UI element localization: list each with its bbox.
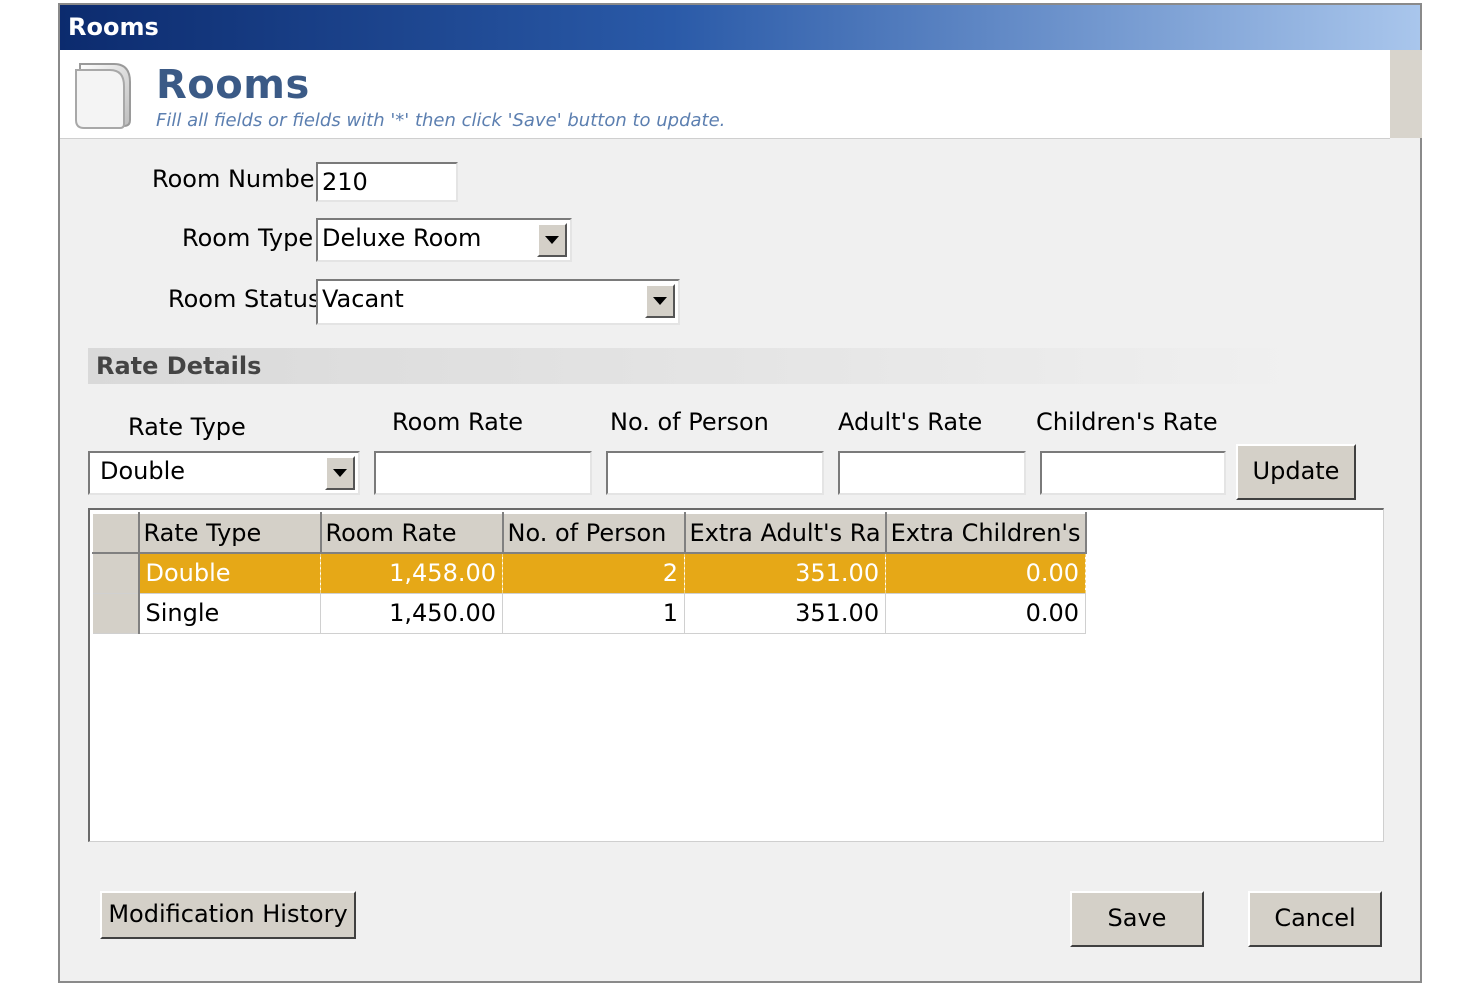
- column-header-rate-type[interactable]: Rate Type: [138, 512, 322, 554]
- adults-rate-input[interactable]: [838, 451, 1026, 495]
- rate-grid[interactable]: Rate Type Room Rate No. of Person Extra …: [88, 508, 1384, 842]
- cell-extra-children[interactable]: 0.00: [885, 593, 1087, 634]
- cell-rate-type[interactable]: Double: [138, 553, 321, 594]
- room-status-select[interactable]: Vacant: [316, 279, 680, 325]
- table-header-row: Rate Type Room Rate No. of Person Extra …: [92, 512, 1087, 554]
- cell-extra-adult[interactable]: 351.00: [684, 553, 887, 594]
- table-row[interactable]: Double 1,458.00 2 351.00 0.00: [92, 553, 1087, 594]
- room-type-value: Deluxe Room: [322, 224, 482, 252]
- room-status-label: Room Status: [168, 285, 321, 313]
- room-rate-label: Room Rate: [392, 408, 524, 436]
- rate-details-title: Rate Details: [96, 352, 262, 380]
- column-header-room-rate[interactable]: Room Rate: [320, 512, 504, 554]
- adults-rate-label: Adult's Rate: [838, 408, 983, 436]
- column-header-extra-children[interactable]: Extra Children's: [885, 512, 1087, 554]
- window-titlebar[interactable]: Rooms: [60, 5, 1420, 50]
- cancel-button[interactable]: Cancel: [1248, 891, 1382, 947]
- document-icon: [75, 63, 131, 129]
- cell-room-rate[interactable]: 1,450.00: [320, 593, 503, 634]
- chevron-down-icon[interactable]: [537, 223, 567, 257]
- cell-no-of-person[interactable]: 1: [502, 593, 685, 634]
- no-of-person-input[interactable]: [606, 451, 824, 495]
- room-status-value: Vacant: [322, 285, 404, 313]
- row-selector[interactable]: [92, 593, 140, 634]
- modification-history-button[interactable]: Modification History: [100, 891, 356, 939]
- room-type-label: Room Type: [182, 224, 314, 252]
- column-header-extra-adult[interactable]: Extra Adult's Ra: [683, 512, 887, 554]
- table-row[interactable]: Single 1,450.00 1 351.00 0.00: [92, 593, 1087, 634]
- column-header-no-of-person[interactable]: No. of Person: [502, 512, 686, 554]
- chevron-down-icon[interactable]: [325, 456, 355, 490]
- rate-type-select[interactable]: Double: [88, 451, 360, 495]
- page-subtitle: Fill all fields or fields with '*' then …: [156, 110, 726, 131]
- save-button[interactable]: Save: [1070, 891, 1204, 947]
- rooms-window: Rooms Rooms Fill all fields or fields wi…: [58, 3, 1422, 983]
- chevron-down-icon[interactable]: [645, 284, 675, 318]
- room-type-select[interactable]: Deluxe Room: [316, 218, 572, 262]
- childrens-rate-input[interactable]: [1040, 451, 1226, 495]
- room-number-label: Room Number: [152, 165, 325, 193]
- cell-no-of-person[interactable]: 2: [502, 553, 685, 594]
- page-header: Rooms Fill all fields or fields with '*'…: [60, 50, 1390, 139]
- cell-rate-type[interactable]: Single: [138, 593, 321, 634]
- room-number-input[interactable]: 210: [316, 162, 458, 202]
- header-scrollbar[interactable]: [1390, 50, 1422, 138]
- room-rate-input[interactable]: [374, 451, 592, 495]
- rate-table: Rate Type Room Rate No. of Person Extra …: [92, 512, 1087, 634]
- childrens-rate-label: Children's Rate: [1036, 408, 1218, 436]
- room-number-value: 210: [322, 168, 368, 196]
- row-selector[interactable]: [92, 553, 140, 594]
- cell-room-rate[interactable]: 1,458.00: [320, 553, 503, 594]
- no-of-person-label: No. of Person: [610, 408, 769, 436]
- update-button[interactable]: Update: [1236, 444, 1356, 500]
- rate-type-label: Rate Type: [128, 413, 246, 441]
- row-header-corner: [92, 512, 140, 554]
- cell-extra-adult[interactable]: 351.00: [684, 593, 887, 634]
- page-title: Rooms: [156, 62, 310, 108]
- rate-type-value: Double: [100, 457, 186, 485]
- rate-details-section: Rate Details: [88, 348, 1303, 384]
- cell-extra-children[interactable]: 0.00: [885, 553, 1087, 594]
